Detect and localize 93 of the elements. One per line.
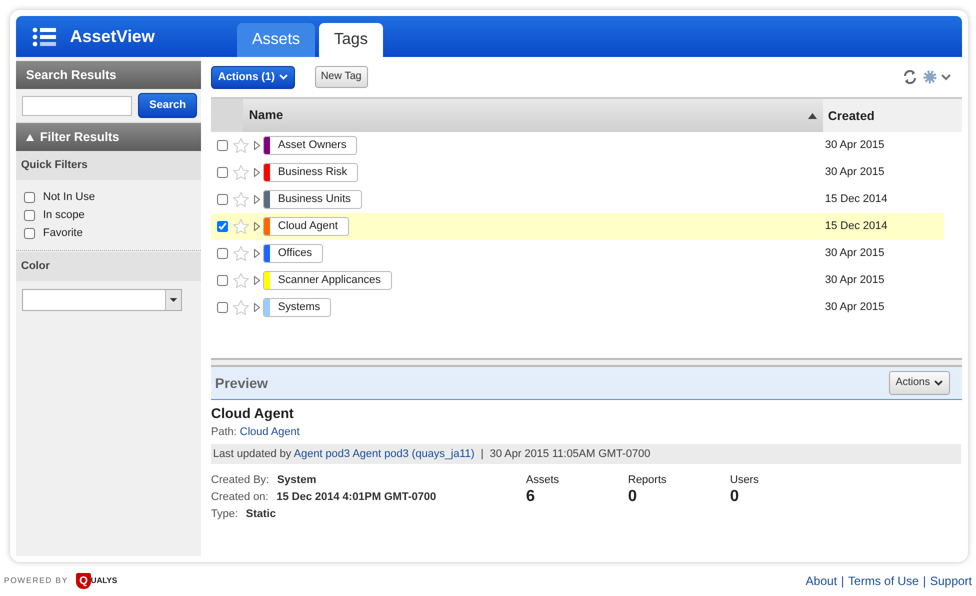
tag-label[interactable]: Scanner Applicances xyxy=(263,271,392,290)
stat-label: Reports xyxy=(628,473,668,488)
powered-by-label: POWERED BY xyxy=(4,575,68,587)
star-icon[interactable] xyxy=(233,219,249,234)
separator: | xyxy=(480,448,484,460)
menu-icon[interactable] xyxy=(32,26,56,46)
logo-mark: Q xyxy=(76,572,91,590)
date-cell-text: 30 Apr 2015 xyxy=(825,273,886,288)
tag-label[interactable]: Cloud Agent xyxy=(263,217,349,236)
color-select[interactable] xyxy=(22,289,182,311)
filter-label[interactable]: Not In Use xyxy=(43,188,95,206)
expand-icon[interactable] xyxy=(254,141,260,150)
expand-icon[interactable] xyxy=(254,303,260,312)
path-link[interactable]: Cloud Agent xyxy=(240,426,300,438)
detail-label: Created on: xyxy=(211,490,268,505)
date-cell-text: 30 Apr 2015 xyxy=(825,300,886,316)
stat-label: Users xyxy=(730,473,760,488)
section-title: Quick Filters xyxy=(21,158,88,174)
star-icon[interactable] xyxy=(233,192,249,207)
checkbox[interactable] xyxy=(24,210,35,220)
app-title: AssetView xyxy=(70,26,155,48)
new-tag-button[interactable]: New Tag xyxy=(314,66,368,88)
update-time: 30 Apr 2015 11:05AM GMT-0700 xyxy=(490,448,650,460)
star-icon[interactable] xyxy=(233,138,249,153)
logo-text: UALYS xyxy=(90,575,118,587)
filter-label[interactable]: In scope xyxy=(43,206,85,224)
actions-button[interactable]: Actions xyxy=(888,371,950,395)
stat-label: Assets xyxy=(526,473,560,488)
update-label: Last updated by xyxy=(213,448,292,460)
separator: | xyxy=(841,573,844,590)
detail-label: Created By: xyxy=(211,473,270,488)
collapse-icon[interactable] xyxy=(26,134,34,140)
footer-link[interactable]: About xyxy=(806,572,838,590)
user-link[interactable]: Agent pod3 Agent pod3 (quays_ja11) xyxy=(294,448,475,460)
row-checkbox[interactable] xyxy=(217,248,228,259)
tag-label[interactable]: Asset Owners xyxy=(263,136,358,155)
sort-icon xyxy=(808,112,817,118)
detail-label: Type: xyxy=(211,507,238,522)
panel-title: Search Results xyxy=(26,66,116,84)
tag-name: Cloud Agent xyxy=(211,404,295,423)
star-icon[interactable] xyxy=(233,273,249,288)
settings-icon[interactable] xyxy=(922,69,952,85)
checkbox[interactable] xyxy=(24,192,35,202)
search-button[interactable]: Search xyxy=(138,93,197,118)
panel-title: Preview xyxy=(215,374,268,392)
column-header[interactable]: Created xyxy=(823,99,962,132)
date-cell-text: 15 Dec 2014 xyxy=(825,219,888,234)
stat-value: 6 xyxy=(526,488,536,504)
refresh-icon[interactable] xyxy=(902,69,918,85)
star-icon[interactable] xyxy=(233,246,249,261)
expand-icon[interactable] xyxy=(254,276,260,285)
row-checkbox[interactable] xyxy=(217,140,228,151)
expand-icon[interactable] xyxy=(254,249,260,258)
panel-title: Filter Results xyxy=(40,128,120,146)
detail-value: Static xyxy=(246,507,276,522)
caret-icon xyxy=(934,380,943,386)
section-title: Color xyxy=(21,259,50,274)
stat-value: 0 xyxy=(628,488,638,504)
checkbox[interactable] xyxy=(24,228,35,238)
tag-label[interactable]: Systems xyxy=(263,298,332,317)
stat-value: 0 xyxy=(730,488,740,504)
caret-icon xyxy=(278,74,288,80)
date-cell-text: 30 Apr 2015 xyxy=(825,246,886,262)
row-checkbox[interactable] xyxy=(217,275,228,286)
separator: | xyxy=(922,573,926,590)
star-icon[interactable] xyxy=(233,300,249,315)
expand-icon[interactable] xyxy=(254,168,260,177)
footer-link[interactable]: Support xyxy=(930,572,972,590)
tag-label[interactable]: Business Risk xyxy=(263,163,358,182)
dropdown-icon[interactable] xyxy=(165,290,181,310)
row-checkbox[interactable] xyxy=(217,194,228,205)
tab[interactable]: Tags xyxy=(319,23,383,57)
date-cell-text: 15 Dec 2014 xyxy=(825,192,888,208)
star-icon[interactable] xyxy=(233,165,249,180)
tag-label[interactable]: Business Units xyxy=(263,190,362,209)
tag-label[interactable]: Offices xyxy=(263,244,324,263)
row-checkbox[interactable] xyxy=(217,302,228,313)
splitter-handle[interactable] xyxy=(211,358,962,367)
detail-value: 15 Dec 2014 4:01PM GMT-0700 xyxy=(276,490,436,505)
column-header[interactable]: Name xyxy=(243,99,823,132)
expand-icon[interactable] xyxy=(254,195,260,204)
footer-link[interactable]: Terms of Use xyxy=(848,572,919,590)
date-cell-text: 30 Apr 2015 xyxy=(825,165,886,180)
actions-button[interactable]: Actions (1) xyxy=(211,66,295,88)
row-checkbox[interactable] xyxy=(217,167,228,178)
tab[interactable]: Assets xyxy=(237,23,316,57)
date-cell-text: 30 Apr 2015 xyxy=(825,138,886,154)
search-field[interactable] xyxy=(22,96,132,116)
detail-value: System xyxy=(277,473,316,488)
path-label: Path: xyxy=(211,426,237,438)
expand-icon[interactable] xyxy=(254,222,260,231)
row-checkbox[interactable] xyxy=(217,221,228,232)
filter-label[interactable]: Favorite xyxy=(43,224,83,242)
